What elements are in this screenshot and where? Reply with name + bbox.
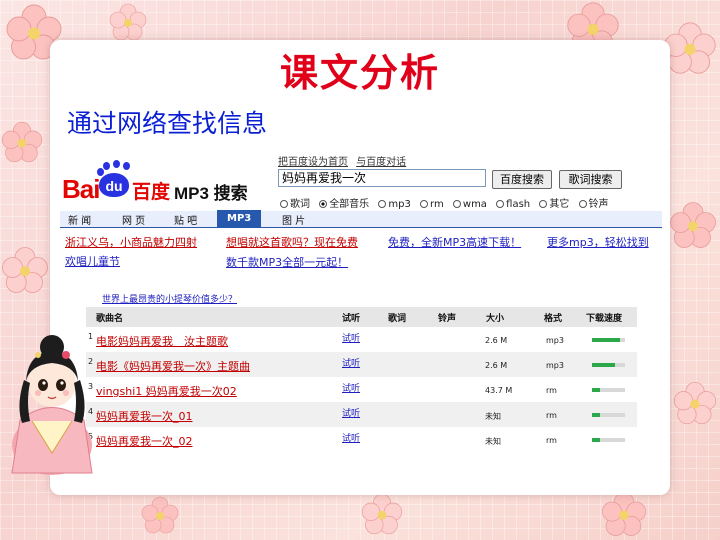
radio-button[interactable]	[280, 200, 288, 208]
table-header: 歌曲名 试听 歌词 铃声 大小 格式 下载速度	[86, 307, 637, 327]
ad-link[interactable]: 数千款MP3全部一元起！	[226, 254, 348, 270]
set-homepage-link[interactable]: 把百度设为首页	[278, 157, 348, 168]
format-radio-group: 歌词 全部音乐 mp3 rm wma flash 其它 铃声	[280, 195, 615, 210]
radio-button[interactable]	[452, 200, 461, 208]
logo-baidu-cn: 百度	[132, 181, 171, 203]
chat-with-baidu-link[interactable]: 与百度对话	[356, 157, 406, 168]
table-row: 3 vingshi1 妈妈再爱我一次02 试听 43.7 M rm	[86, 377, 637, 402]
ad-link[interactable]: 更多mp3，轻松找到	[547, 234, 649, 250]
flower-decoration	[673, 381, 717, 425]
baidu-search-button[interactable]: 百度搜索	[492, 170, 552, 189]
file-size: 2.6 M	[485, 361, 508, 370]
top-links: 把百度设为首页 与百度对话	[278, 153, 411, 168]
radio-button-selected[interactable]	[319, 200, 328, 208]
speed-bar-fill	[592, 388, 601, 392]
lyrics-search-button[interactable]: 歌词搜索	[559, 170, 622, 189]
listen-link[interactable]: 试听	[342, 356, 360, 369]
speed-bar-fill	[592, 413, 601, 417]
speed-bar-fill	[592, 338, 621, 342]
header-song: 歌曲名	[96, 314, 124, 324]
header-speed: 下载速度	[586, 314, 623, 324]
song-link[interactable]: 电影妈妈再爱我 汝主题歌	[96, 333, 228, 349]
table-row: 4 妈妈再爱我一次_01 试听 未知 rm	[86, 402, 637, 427]
file-format: mp3	[546, 336, 564, 345]
file-format: mp3	[546, 361, 564, 370]
speed-bar	[592, 363, 625, 367]
radio-button[interactable]	[420, 200, 429, 208]
radio-wma[interactable]: wma	[452, 199, 487, 210]
tab-tieba[interactable]: 贴 吧	[174, 212, 197, 227]
violin-question-link[interactable]: 世界上最昂贵的小提琴价值多少？	[102, 292, 237, 305]
file-format: rm	[546, 386, 557, 395]
radio-flash[interactable]: flash	[496, 199, 530, 210]
header-listen: 试听	[342, 314, 361, 324]
cartoon-girl-illustration	[11, 335, 93, 475]
search-input[interactable]: 妈妈再爱我一次	[278, 169, 486, 187]
tab-mp3[interactable]: MP3	[217, 210, 262, 227]
file-size: 未知	[485, 412, 501, 421]
flower-decoration	[1, 121, 43, 163]
radio-ringtone[interactable]: 铃声	[578, 195, 609, 210]
flower-decoration	[361, 493, 403, 535]
flower-decoration	[141, 496, 179, 534]
flower-decoration	[2, 247, 48, 293]
logo-du-badge: du	[99, 173, 129, 197]
listen-link[interactable]: 试听	[342, 431, 360, 444]
radio-button[interactable]	[378, 200, 387, 208]
slide-title: 课文分析	[279, 51, 440, 95]
radio-all-music[interactable]: 全部音乐	[319, 195, 369, 210]
baidu-mp3-logo[interactable]: Bai du 百度 MP3 搜索	[62, 160, 262, 208]
header-lyrics: 歌词	[388, 314, 407, 324]
logo-mp3-search: MP3 搜索	[174, 184, 248, 203]
radio-lyrics[interactable]: 歌词	[280, 195, 310, 210]
speed-bar	[592, 338, 625, 342]
radio-button[interactable]	[539, 200, 548, 208]
header-ringtone: 铃声	[438, 314, 457, 324]
flower-decoration	[602, 492, 646, 536]
radio-button[interactable]	[496, 200, 505, 208]
tab-news[interactable]: 新 闻	[68, 212, 91, 227]
file-size: 2.6 M	[485, 336, 508, 345]
file-format: rm	[546, 436, 557, 445]
ad-link[interactable]: 想唱就这首歌吗？现在免费	[226, 234, 358, 250]
flower-decoration	[670, 202, 716, 248]
table-row: 5 妈妈再爱我一次_02 试听 未知 rm	[86, 427, 637, 452]
flower-decoration	[109, 3, 147, 41]
song-link[interactable]: 电影《妈妈再爱我一次》主题曲	[96, 358, 250, 374]
ad-link[interactable]: 免费，全新MP3高速下载！	[388, 234, 521, 250]
category-tabs: 新 闻 网 页 贴 吧 MP3 图 片	[60, 210, 662, 228]
results-table: 歌曲名 试听 歌词 铃声 大小 格式 下载速度 1 电影妈妈再爱我 汝主题歌 试…	[86, 307, 637, 452]
logo-bai-text: Bai	[62, 174, 100, 204]
table-row: 1 电影妈妈再爱我 汝主题歌 试听 2.6 M mp3	[86, 327, 637, 352]
listen-link[interactable]: 试听	[342, 331, 360, 344]
radio-button[interactable]	[578, 200, 587, 208]
listen-link[interactable]: 试听	[342, 381, 360, 394]
file-size: 未知	[485, 437, 501, 446]
speed-bar	[592, 388, 625, 392]
tab-web[interactable]: 网 页	[122, 212, 145, 227]
tab-images[interactable]: 图 片	[282, 212, 305, 227]
radio-rm[interactable]: rm	[420, 199, 444, 210]
radio-mp3[interactable]: mp3	[378, 199, 411, 210]
header-size: 大小	[486, 314, 505, 324]
ad-link[interactable]: 欢唱儿童节	[65, 253, 120, 269]
radio-other[interactable]: 其它	[539, 195, 569, 210]
song-link[interactable]: 妈妈再爱我一次_01	[96, 408, 193, 424]
file-format: rm	[546, 411, 557, 420]
speed-bar-fill	[592, 438, 601, 442]
song-link[interactable]: 妈妈再爱我一次_02	[96, 433, 193, 449]
file-size: 43.7 M	[485, 386, 513, 395]
ad-link[interactable]: 浙江义乌，小商品魅力四射	[65, 234, 197, 250]
speed-bar-fill	[592, 363, 616, 367]
speed-bar	[592, 413, 625, 417]
song-link[interactable]: vingshi1 妈妈再爱我一次02	[96, 383, 237, 399]
header-format: 格式	[544, 314, 563, 324]
listen-link[interactable]: 试听	[342, 406, 360, 419]
speed-bar	[592, 438, 625, 442]
slide-subtitle: 通过网络查找信息	[67, 109, 268, 138]
table-row: 2 电影《妈妈再爱我一次》主题曲 试听 2.6 M mp3	[86, 352, 637, 377]
